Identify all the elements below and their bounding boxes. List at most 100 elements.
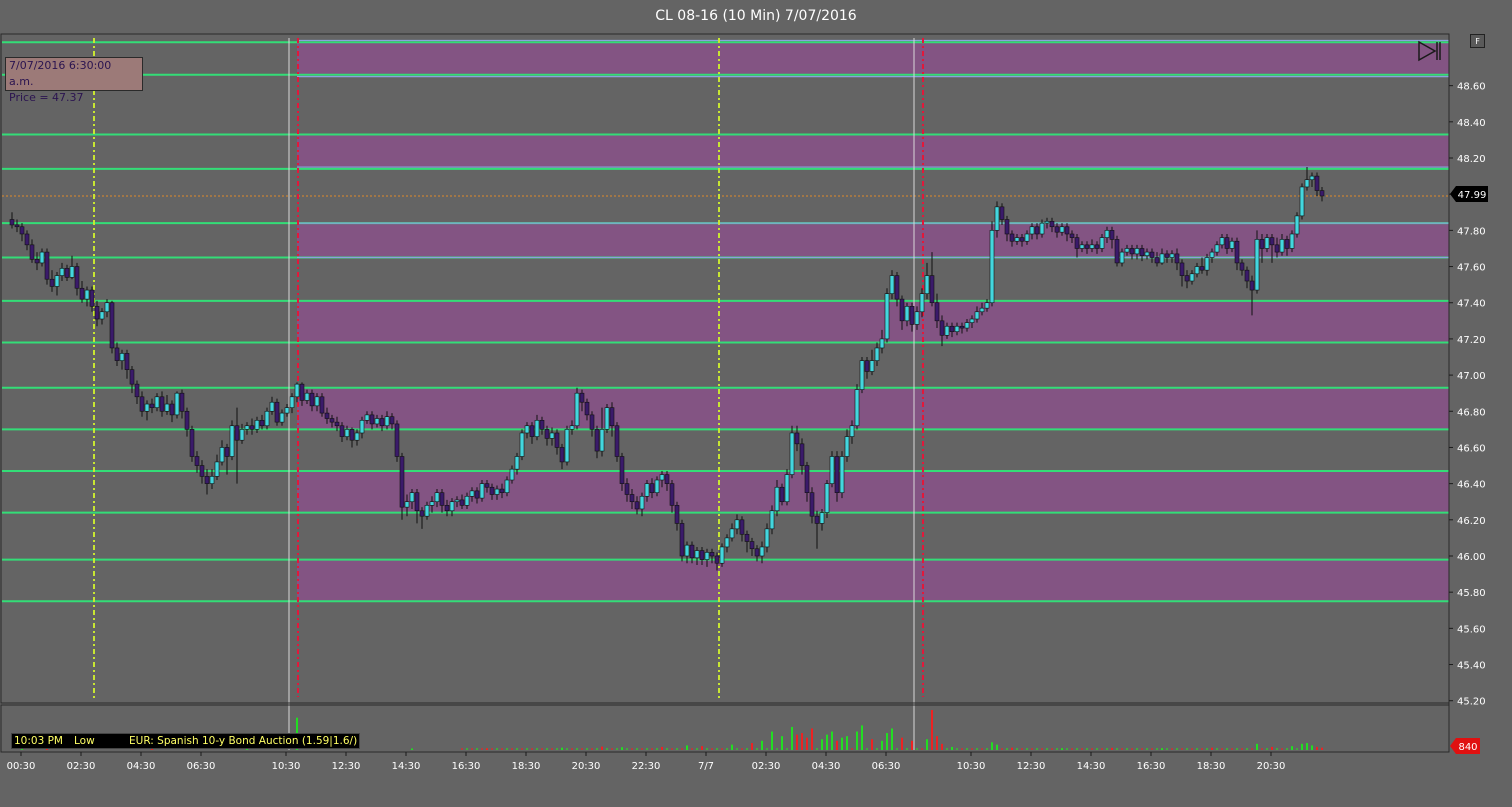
y-tick-label: 47.40	[1457, 299, 1486, 310]
news-ticker[interactable]: 10:03 PM Low EUR: Spanish 10-y Bond Auct…	[11, 733, 360, 749]
candle-body	[384, 416, 390, 427]
candle-body	[504, 479, 510, 493]
candle-body	[224, 447, 230, 457]
candle-body	[1254, 239, 1260, 291]
candle-body	[869, 360, 875, 372]
candle-body	[129, 369, 135, 385]
candle-body	[684, 544, 690, 557]
candle-body	[404, 501, 410, 508]
candle-body	[954, 325, 960, 332]
candle-body	[589, 414, 595, 430]
candle-body	[389, 416, 395, 425]
y-tick-label: 46.40	[1457, 480, 1486, 491]
candle-body	[919, 293, 925, 313]
candle-body	[369, 414, 375, 425]
candle-body	[859, 360, 865, 390]
candle-body	[719, 546, 725, 564]
candle-body	[84, 289, 90, 300]
candle-body	[1104, 230, 1110, 238]
candle-body	[1204, 257, 1210, 271]
candle-body	[39, 251, 45, 264]
candle-body	[349, 429, 355, 441]
zones-layer	[297, 40, 1449, 602]
candle-body	[414, 492, 420, 512]
value-zone	[297, 387, 1449, 430]
candle-body	[1144, 251, 1150, 256]
candle-body	[624, 483, 630, 495]
y-tick-label: 48.20	[1457, 154, 1486, 165]
candle-body	[1059, 226, 1065, 233]
candle-body	[1194, 266, 1200, 275]
candle-body	[1079, 244, 1085, 249]
y-axis: 48.6048.4048.2048.0047.8047.6047.4047.20…	[1449, 82, 1486, 708]
candle-body	[1179, 262, 1185, 276]
candle-body	[449, 501, 455, 512]
f-button[interactable]: F	[1470, 34, 1485, 48]
candle-body	[639, 495, 645, 510]
candle-body	[164, 403, 170, 412]
candle-body	[234, 425, 240, 441]
candle-body	[379, 418, 385, 427]
candle-body	[564, 429, 570, 463]
candle-body	[44, 251, 50, 280]
candle-body	[419, 510, 425, 517]
x-tick-label: 12:30	[1017, 761, 1046, 772]
candle-body	[1029, 226, 1035, 235]
candle-body	[1149, 251, 1155, 258]
candle-body	[1129, 248, 1135, 255]
y-tick-label: 47.00	[1457, 371, 1486, 382]
candle-body	[1094, 244, 1100, 249]
candle-body	[364, 414, 370, 421]
candle-body	[1239, 262, 1245, 271]
candle-body	[934, 302, 940, 322]
candle-body	[94, 306, 100, 320]
candle-body	[734, 519, 740, 530]
candle-body	[254, 420, 260, 430]
candle-body	[514, 456, 520, 470]
candle-body	[769, 510, 775, 530]
candle-body	[1009, 233, 1015, 242]
candle-body	[894, 275, 900, 300]
candle-body	[9, 219, 15, 226]
candle-body	[59, 268, 65, 276]
candle-body	[214, 461, 220, 477]
candle-body	[969, 318, 975, 323]
candle-body	[429, 501, 435, 506]
candle-body	[1304, 179, 1310, 188]
candle-body	[889, 275, 895, 294]
candle-body	[1159, 253, 1165, 264]
x-tick-label: 04:30	[812, 761, 841, 772]
candle-body	[1224, 237, 1230, 249]
candle-body	[759, 546, 765, 557]
candle-body	[169, 403, 175, 416]
candle-body	[749, 541, 755, 550]
y-tick-label: 45.20	[1457, 697, 1486, 708]
candle-body	[1099, 237, 1105, 249]
candle-body	[244, 425, 250, 430]
candle-body	[239, 429, 245, 441]
candle-body	[54, 275, 60, 287]
candle-body	[149, 403, 155, 408]
candle-body	[1169, 253, 1175, 258]
candle-body	[1209, 251, 1215, 258]
candle-body	[139, 396, 145, 412]
x-tick-label: 20:30	[1257, 761, 1286, 772]
candle-body	[839, 456, 845, 493]
candle-body	[729, 528, 735, 539]
x-tick-label: 10:30	[957, 761, 986, 772]
candle-body	[614, 425, 620, 457]
last-price-value: 47.99	[1458, 190, 1487, 201]
x-tick-label: 04:30	[127, 761, 156, 772]
candle-body	[849, 425, 855, 437]
y-tick-label: 48.60	[1457, 82, 1486, 93]
candle-body	[694, 550, 700, 559]
candle-body	[1114, 239, 1120, 264]
candle-body	[469, 490, 475, 497]
candle-body	[844, 436, 850, 457]
candle-body	[1134, 248, 1140, 255]
x-tick-label: 16:30	[1137, 761, 1166, 772]
candle-body	[1154, 257, 1160, 264]
price-chart[interactable]: 48.6048.4048.2048.0047.8047.6047.4047.20…	[0, 0, 1512, 807]
candle-body	[89, 289, 95, 307]
play-to-end-icon[interactable]	[1417, 40, 1441, 62]
